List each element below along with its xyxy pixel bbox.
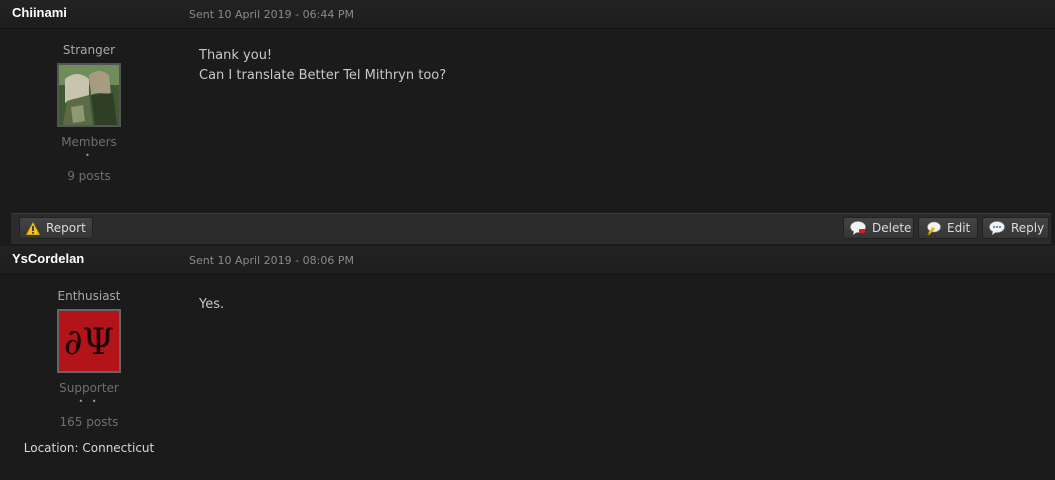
delete-speech-bubble-icon [850,221,866,235]
avatar[interactable] [57,63,121,127]
post-count: 165 posts [59,415,119,429]
post-date: Sent 10 April 2019 - 06:44 PM [189,8,354,21]
post-header: Chiinami Sent 10 April 2019 - 06:44 PM [0,0,1055,29]
edit-label: Edit [947,221,971,235]
avatar[interactable]: ∂Ψ [57,309,121,373]
delete-label: Delete [872,221,912,235]
edit-button[interactable]: Edit [918,217,978,239]
post: YsCordelan Sent 10 April 2019 - 08:06 PM… [0,246,1055,480]
member-location: Location: Connecticut [23,441,155,455]
author-name[interactable]: Chiinami [12,5,67,20]
member-rank: Stranger [62,43,116,57]
rank-pips: • [85,151,93,160]
reply-button[interactable]: Reply [982,217,1049,239]
post-body-line: Yes. [199,297,225,312]
post-action-bar: Report Delete Edit Reply [11,213,1051,244]
rank-pips: • • [78,397,100,406]
post-count: 9 posts [67,169,111,183]
report-label: Report [46,221,86,235]
member-group: Supporter [59,381,119,395]
post-date: Sent 10 April 2019 - 08:06 PM [189,254,354,267]
post-body-line: Can I translate Better Tel Mithryn too? [199,68,447,83]
post: Chiinami Sent 10 April 2019 - 06:44 PM S… [0,0,1055,246]
post-body: Thank you! Can I translate Better Tel Mi… [199,46,446,86]
author-info: Enthusiast ∂Ψ Supporter • • 165 posts Lo… [0,274,178,455]
member-group: Members [61,135,117,149]
delete-button[interactable]: Delete [843,217,914,239]
reply-speech-bubble-icon [989,221,1005,235]
edit-pencil-bubble-icon [925,221,941,235]
warning-icon [26,221,40,235]
report-button[interactable]: Report [19,217,93,239]
reply-label: Reply [1011,221,1045,235]
avatar-text: ∂Ψ [64,322,114,363]
post-body-line: Thank you! [199,48,273,63]
post-body: Yes. [199,295,224,315]
post-header: YsCordelan Sent 10 April 2019 - 08:06 PM [0,246,1055,275]
member-rank: Enthusiast [57,289,121,303]
author-name[interactable]: YsCordelan [12,251,84,266]
author-info: Stranger Members • 9 posts [0,28,178,183]
